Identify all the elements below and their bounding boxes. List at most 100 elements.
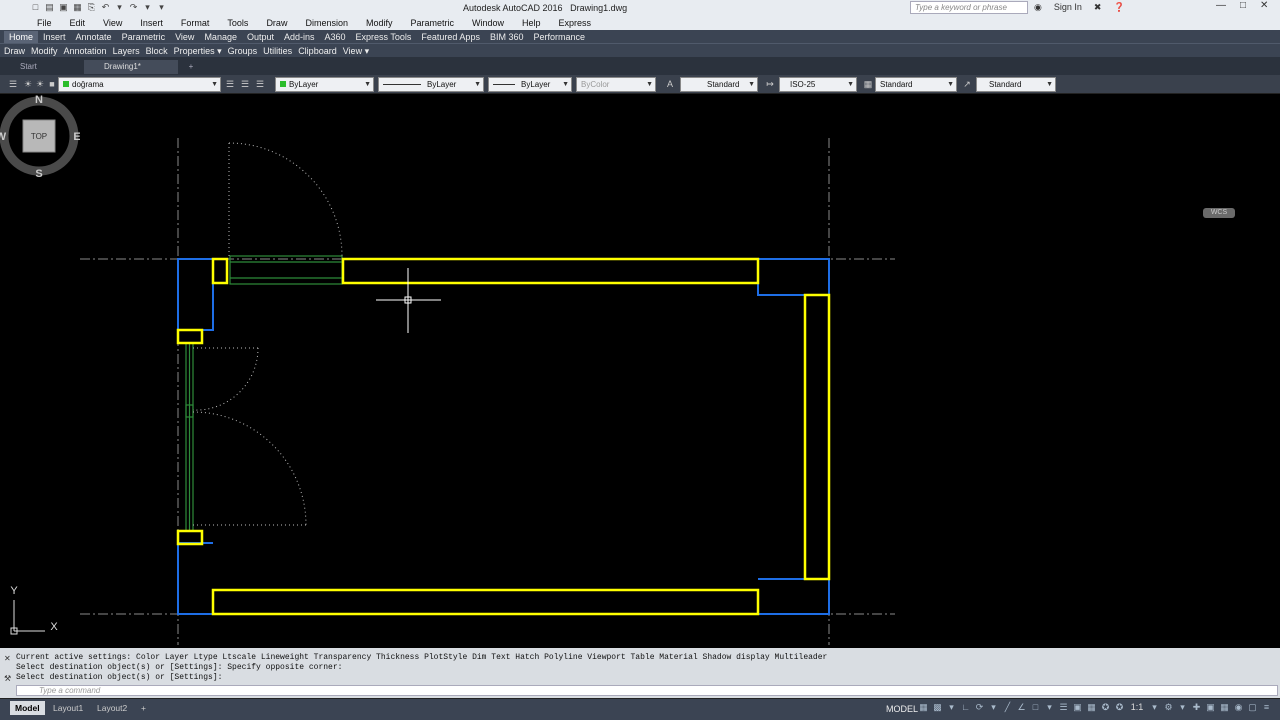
layer-states-icon[interactable]: ☰ (254, 78, 266, 90)
redo-icon[interactable]: ↷ (128, 1, 139, 13)
undo-dropdown-icon[interactable]: ▾ (114, 1, 125, 13)
redo-dropdown-icon[interactable]: ▾ (142, 1, 153, 13)
scale-value[interactable]: 1:1 (1128, 702, 1146, 713)
panel-modify[interactable]: Modify (31, 46, 58, 57)
annotation-scale-icon[interactable]: ✪ (1114, 702, 1125, 713)
close-icon[interactable]: ✕ (1260, 0, 1268, 11)
table-style-dropdown[interactable]: Standard ▼ (875, 77, 957, 92)
sign-in-button[interactable]: Sign In (1054, 2, 1082, 13)
menu-item-file[interactable]: File (37, 18, 52, 28)
tab-output[interactable]: Output (242, 31, 279, 43)
osnap-tracking-icon[interactable]: ∠ (1016, 702, 1027, 713)
annotation-visibility-icon[interactable]: ✪ (1100, 702, 1111, 713)
tab-layout1[interactable]: Layout1 (48, 701, 88, 715)
lineweight-icon[interactable]: ☰ (1058, 702, 1069, 713)
chevron-down-icon[interactable]: ▾ (1044, 702, 1055, 713)
tab-performance[interactable]: Performance (528, 31, 590, 43)
isolate-objects-icon[interactable]: ◉ (1233, 702, 1244, 713)
transparency-icon[interactable]: ▣ (1072, 702, 1083, 713)
osnap-icon[interactable]: □ (1030, 702, 1041, 713)
match-layer-icon[interactable]: ☰ (224, 78, 236, 90)
compass-n[interactable]: N (35, 94, 43, 106)
viewcube[interactable]: TOP N S E W (0, 94, 80, 184)
polar-icon[interactable]: ⟳ (974, 702, 985, 713)
tab-bim-360[interactable]: BIM 360 (485, 31, 529, 43)
tab-insert[interactable]: Insert (38, 31, 71, 43)
save-as-icon[interactable]: ▦ (72, 1, 83, 13)
selection-cycling-icon[interactable]: ▦ (1086, 702, 1097, 713)
lock-icon[interactable]: ■ (46, 78, 58, 90)
grid-icon[interactable]: ▦ (918, 702, 929, 713)
chevron-down-icon[interactable]: ▾ (1177, 702, 1188, 713)
layer-previous-icon[interactable]: ☰ (239, 78, 251, 90)
menu-item-view[interactable]: View (103, 18, 122, 28)
text-style-dropdown[interactable]: Standard ▼ (680, 77, 758, 92)
panel-utilities[interactable]: Utilities (263, 46, 292, 57)
panel-draw[interactable]: Draw (4, 46, 25, 57)
menu-item-window[interactable]: Window (472, 18, 504, 28)
lightbulb-icon[interactable]: ☀ (22, 78, 34, 90)
wcs-menu-button[interactable]: WCS (1203, 208, 1235, 218)
clean-screen-icon[interactable]: ▢ (1247, 702, 1258, 713)
help-icon[interactable]: ❓ (1113, 2, 1124, 13)
panel-clipboard[interactable]: Clipboard (298, 46, 337, 57)
command-input[interactable]: Type a command (16, 685, 1278, 696)
layer-properties-icon[interactable]: ☰ (7, 78, 19, 90)
tab-view[interactable]: View (170, 31, 199, 43)
drawing-canvas[interactable]: Y X TOP N S E W WCS (0, 94, 1280, 648)
plot-icon[interactable]: ⎘ (86, 1, 97, 13)
search-input[interactable]: Type a keyword or phrase (910, 1, 1028, 14)
menu-item-insert[interactable]: Insert (140, 18, 163, 28)
compass-s[interactable]: S (35, 168, 42, 180)
chevron-down-icon[interactable]: ▾ (1149, 702, 1160, 713)
new-icon[interactable]: □ (30, 1, 41, 13)
tab-manage[interactable]: Manage (199, 31, 242, 43)
open-icon[interactable]: ▤ (44, 1, 55, 13)
new-layout-icon[interactable]: + (136, 701, 151, 715)
color-dropdown[interactable]: ByLayer ▼ (275, 77, 374, 92)
model-space-button[interactable]: MODEL (886, 704, 918, 714)
customize-dropdown-icon[interactable]: ▾ (156, 1, 167, 13)
exchange-icon[interactable]: ✖ (1094, 2, 1102, 13)
units-icon[interactable]: ▣ (1205, 702, 1216, 713)
quick-properties-icon[interactable]: ▦ (1219, 702, 1230, 713)
menu-item-express[interactable]: Express (559, 18, 592, 28)
dim-style-dropdown[interactable]: ISO-25 ▼ (779, 77, 857, 92)
close-icon[interactable]: ✕ (4, 654, 11, 663)
panel-block[interactable]: Block (146, 46, 168, 57)
panel-view[interactable]: View ▾ (343, 46, 369, 57)
tab-annotate[interactable]: Annotate (71, 31, 117, 43)
tab-parametric[interactable]: Parametric (117, 31, 171, 43)
menu-item-help[interactable]: Help (522, 18, 541, 28)
menu-item-dimension[interactable]: Dimension (305, 18, 348, 28)
menu-item-tools[interactable]: Tools (227, 18, 248, 28)
save-icon[interactable]: ▣ (58, 1, 69, 13)
layer-dropdown[interactable]: doğrama ▼ (58, 77, 221, 92)
linetype-dropdown[interactable]: ByLayer ▼ (378, 77, 484, 92)
ortho-icon[interactable]: ∟ (960, 702, 971, 713)
tab-home[interactable]: Home (4, 31, 39, 43)
undo-icon[interactable]: ↶ (100, 1, 111, 13)
minimize-icon[interactable]: — (1216, 0, 1226, 11)
compass-e[interactable]: E (73, 131, 80, 143)
menu-item-draw[interactable]: Draw (266, 18, 287, 28)
panel-annotation[interactable]: Annotation (64, 46, 107, 57)
new-tab-icon[interactable]: + (184, 60, 198, 74)
chevron-down-icon[interactable]: ▾ (946, 702, 957, 713)
wrench-icon[interactable]: ⚒ (4, 674, 11, 683)
tab-express-tools[interactable]: Express Tools (351, 31, 417, 43)
tab-a360[interactable]: A360 (320, 31, 351, 43)
workspace-gear-icon[interactable]: ⚙ (1163, 702, 1174, 713)
annotation-monitor-icon[interactable]: ✚ (1191, 702, 1202, 713)
snap-icon[interactable]: ▩ (932, 702, 943, 713)
menu-item-modify[interactable]: Modify (366, 18, 393, 28)
maximize-icon[interactable]: □ (1240, 0, 1246, 11)
freeze-icon[interactable]: ☀ (34, 78, 46, 90)
menu-item-format[interactable]: Format (181, 18, 210, 28)
tab-start[interactable]: Start (0, 60, 94, 74)
tab-drawing1[interactable]: Drawing1* (84, 60, 178, 74)
panel-layers[interactable]: Layers (113, 46, 140, 57)
binoculars-icon[interactable]: ◉ (1034, 2, 1042, 13)
plotstyle-dropdown[interactable]: ByColor ▼ (576, 77, 656, 92)
panel-groups[interactable]: Groups (228, 46, 258, 57)
